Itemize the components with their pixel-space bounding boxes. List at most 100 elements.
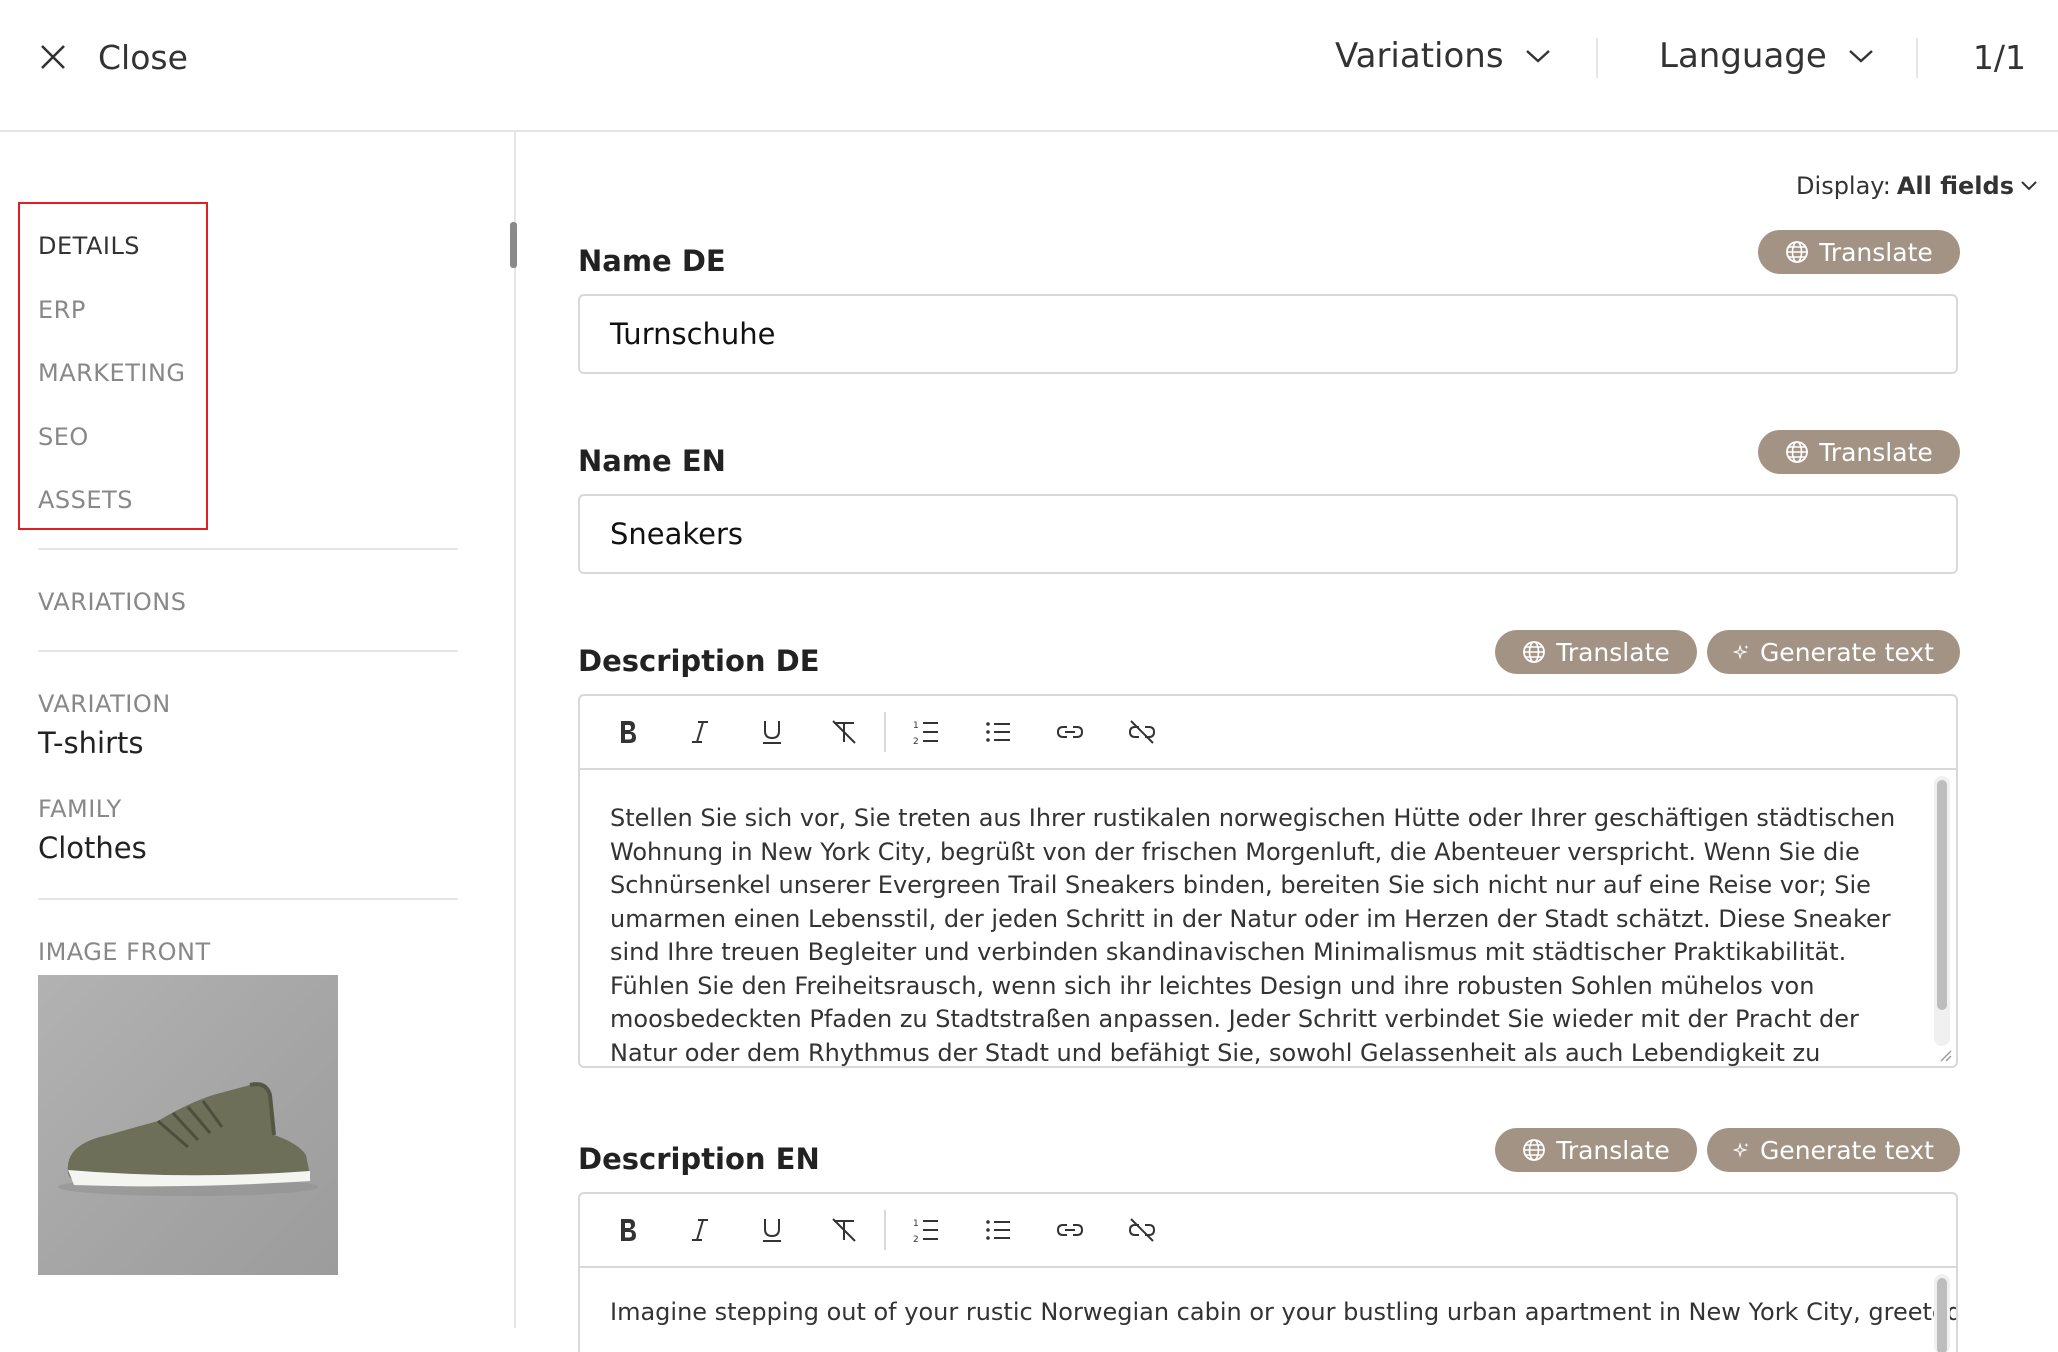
family-value: Clothes [38, 831, 147, 865]
bold-button[interactable] [592, 702, 664, 762]
bold-icon [621, 1219, 636, 1241]
language-dropdown[interactable]: Language [1659, 36, 1875, 76]
svg-text:2: 2 [913, 1235, 919, 1245]
chevron-down-icon [1848, 50, 1873, 63]
ordered-list-button[interactable]: 12 [890, 702, 962, 762]
sparkle-icon [1733, 1142, 1749, 1158]
description-en-text[interactable]: Imagine stepping out of your rustic Norw… [580, 1268, 1956, 1352]
description-de-editor[interactable]: 12 Stellen Sie sich vor, Sie treten aus … [578, 694, 1958, 1068]
ordered-list-icon: 12 [913, 1219, 938, 1245]
generate-text-label: Generate text [1759, 637, 1934, 667]
translate-label: Translate [1556, 637, 1670, 667]
editor-toolbar: 12 [580, 1194, 1956, 1268]
translate-label: Translate [1819, 237, 1933, 267]
ordered-list-button[interactable]: 12 [890, 1200, 962, 1260]
nav-item-seo[interactable]: SEO [38, 423, 89, 451]
variations-label: Variations [1335, 36, 1504, 76]
clear-format-button[interactable] [808, 702, 880, 762]
bullet-list-button[interactable] [962, 1200, 1034, 1260]
close-icon[interactable] [38, 42, 68, 72]
link-icon [1056, 726, 1084, 738]
chevron-down-icon [2021, 181, 2037, 191]
divider [1916, 38, 1918, 78]
editor-toolbar: 12 [580, 696, 1956, 770]
name-en-input[interactable]: Sneakers [578, 494, 1958, 574]
underline-icon [763, 1219, 781, 1242]
editor-scrollbar[interactable] [1934, 776, 1950, 1046]
clear-format-icon [832, 720, 856, 744]
editor-scroll-thumb[interactable] [1937, 780, 1947, 1010]
svg-text:1: 1 [913, 1219, 919, 1229]
unlink-button[interactable] [1106, 702, 1178, 762]
underline-button[interactable] [736, 1200, 808, 1260]
translate-button[interactable]: Translate [1495, 630, 1697, 674]
toolbar-separator [884, 1210, 886, 1250]
product-image[interactable] [38, 975, 338, 1275]
chevron-down-icon [1525, 50, 1550, 63]
link-button[interactable] [1034, 1200, 1106, 1260]
clear-format-button[interactable] [808, 1200, 880, 1260]
unlink-button[interactable] [1106, 1200, 1178, 1260]
link-icon [1056, 1224, 1084, 1236]
record-counter: 1/1 [1972, 38, 2026, 77]
variation-label: VARIATION [38, 690, 171, 718]
svg-text:2: 2 [913, 737, 919, 747]
divider [38, 650, 458, 652]
editor-scroll-thumb[interactable] [1937, 1278, 1947, 1352]
display-value: All fields [1896, 172, 2014, 200]
bold-button[interactable] [592, 1200, 664, 1260]
globe-icon [1523, 1139, 1546, 1161]
resize-handle-icon[interactable] [1938, 1048, 1952, 1062]
underline-button[interactable] [736, 702, 808, 762]
description-de-label: Description DE [578, 644, 820, 678]
description-en-value: Imagine stepping out of your rustic Norw… [610, 1298, 1956, 1326]
description-de-text[interactable]: Stellen Sie sich vor, Sie treten aus Ihr… [580, 770, 1956, 1066]
bullet-list-icon [986, 1220, 1010, 1240]
name-de-label: Name DE [578, 244, 726, 278]
svg-text:1: 1 [913, 721, 919, 731]
nav-item-assets[interactable]: ASSETS [38, 486, 133, 514]
generate-text-button[interactable]: Generate text [1707, 630, 1960, 674]
bold-icon [621, 721, 636, 743]
bullet-list-icon [986, 722, 1010, 742]
generate-text-label: Generate text [1759, 1135, 1934, 1165]
link-button[interactable] [1034, 702, 1106, 762]
translate-label: Translate [1819, 437, 1933, 467]
translate-button[interactable]: Translate [1495, 1128, 1697, 1172]
sidebar-scrollbar[interactable] [510, 222, 517, 268]
sparkle-icon [1733, 644, 1749, 660]
generate-text-button[interactable]: Generate text [1707, 1128, 1960, 1172]
translate-button[interactable]: Translate [1758, 430, 1960, 474]
editor-scrollbar[interactable] [1934, 1274, 1950, 1352]
clear-format-icon [832, 1218, 856, 1242]
italic-icon [692, 721, 708, 743]
nav-item-marketing[interactable]: MARKETING [38, 359, 186, 387]
divider [38, 548, 458, 550]
display-filter[interactable]: Display: All fields [1796, 172, 2038, 200]
unlink-icon [1128, 1218, 1156, 1242]
italic-button[interactable] [664, 702, 736, 762]
top-bar: Close Variations Language 1/1 [0, 0, 2058, 132]
italic-button[interactable] [664, 1200, 736, 1260]
variation-value: T-shirts [38, 726, 144, 760]
unlink-icon [1128, 720, 1156, 744]
language-label: Language [1659, 36, 1827, 76]
bullet-list-button[interactable] [962, 702, 1034, 762]
name-de-input[interactable]: Turnschuhe [578, 294, 1958, 374]
close-button[interactable]: Close [98, 38, 188, 77]
name-en-label: Name EN [578, 444, 726, 478]
italic-icon [692, 1219, 708, 1241]
globe-icon [1786, 441, 1809, 463]
nav-item-details[interactable]: DETAILS [38, 232, 140, 260]
nav-item-variations[interactable]: VARIATIONS [38, 588, 186, 616]
divider [1596, 38, 1598, 78]
toolbar-separator [884, 712, 886, 752]
description-en-editor[interactable]: 12 Imagine stepping out of your rustic N… [578, 1192, 1958, 1352]
display-prefix: Display: [1796, 172, 1891, 200]
sneaker-image [58, 1082, 318, 1196]
main-panel: Display: All fields Name DE Translate Tu… [518, 132, 2058, 1352]
translate-button[interactable]: Translate [1758, 230, 1960, 274]
variations-dropdown[interactable]: Variations [1335, 36, 1552, 76]
description-de-value: Stellen Sie sich vor, Sie treten aus Ihr… [610, 804, 1896, 1066]
nav-item-erp[interactable]: ERP [38, 296, 86, 324]
